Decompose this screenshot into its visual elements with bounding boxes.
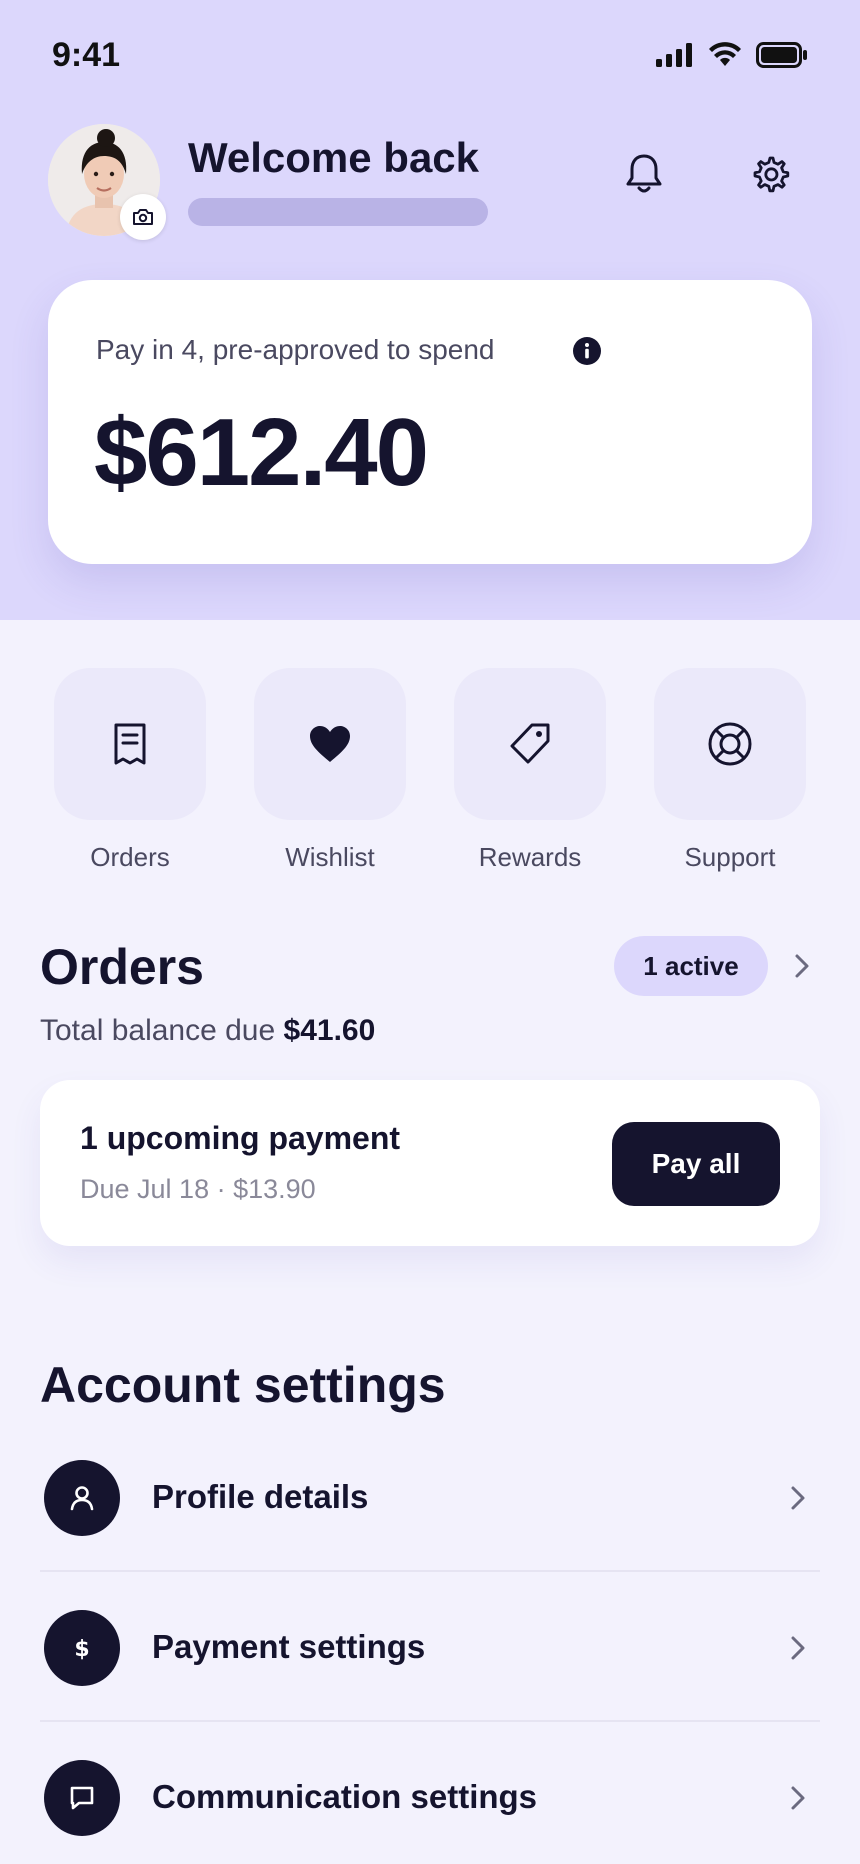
message-icon [70, 1786, 94, 1810]
quick-action-tile [254, 668, 406, 820]
svg-text:$: $ [74, 1637, 89, 1662]
quick-action-orders[interactable]: Orders [54, 668, 206, 873]
gear-icon [753, 156, 790, 193]
status-icons [656, 42, 808, 68]
notifications-button[interactable] [620, 150, 668, 198]
active-orders-badge[interactable]: 1 active [614, 936, 768, 996]
upcoming-payment-subtitle: Due Jul 18 · $13.90 [80, 1174, 316, 1204]
settings-item-profile-details[interactable]: Profile details [40, 1422, 820, 1572]
balance-due-value: $41.60 [283, 1014, 376, 1047]
settings-item-communication-settings[interactable]: Communication settings [40, 1722, 820, 1864]
setting-label: Payment settings [152, 1628, 426, 1665]
wifi-icon [709, 42, 741, 66]
total-balance-due: Total balance due $41.60 [40, 1014, 375, 1048]
user-icon [70, 1486, 94, 1511]
setting-icon-badge [44, 1760, 120, 1836]
status-time: 9:41 [52, 36, 121, 74]
info-icon[interactable] [572, 336, 602, 366]
change-photo-button[interactable] [120, 194, 166, 240]
spending-power-card: Pay in 4, pre-approved to spend $612.40 [48, 280, 812, 564]
quick-action-tile [654, 668, 806, 820]
quick-action-wishlist[interactable]: Wishlist [254, 668, 406, 873]
upcoming-payment-title: 1 upcoming payment [80, 1120, 401, 1156]
chevron-right-icon[interactable] [790, 952, 814, 980]
settings-button[interactable] [746, 150, 794, 198]
pay-all-button[interactable]: Pay all [612, 1122, 780, 1206]
quick-action-label: Wishlist [285, 842, 375, 872]
dollar-icon: $ [74, 1637, 89, 1662]
chevron-right-icon [791, 1636, 805, 1660]
camera-icon [133, 209, 153, 225]
balance-due-label: Total balance due [40, 1014, 276, 1047]
welcome-heading: Welcome back [188, 134, 480, 181]
setting-icon-badge [44, 1460, 120, 1536]
cellular-signal-icon [656, 43, 692, 67]
tag-icon [510, 723, 550, 764]
spending-power-amount: $612.40 [94, 399, 429, 506]
profile-avatar[interactable] [48, 124, 166, 240]
setting-icon-badge: $ [44, 1610, 120, 1686]
user-name-placeholder [188, 198, 488, 226]
heart-icon [310, 726, 350, 762]
quick-action-label: Orders [90, 842, 170, 872]
setting-label: Communication settings [152, 1778, 538, 1815]
orders-heading: Orders [40, 939, 204, 995]
settings-item-payment-settings[interactable]: $ Payment settings [40, 1572, 820, 1722]
account-settings-heading: Account settings [40, 1357, 446, 1413]
quick-action-tile [54, 668, 206, 820]
battery-icon [756, 42, 807, 68]
setting-label: Profile details [152, 1478, 369, 1515]
receipt-icon [114, 723, 146, 765]
lifebuoy-icon [708, 722, 752, 766]
quick-action-label: Support [684, 842, 776, 872]
upcoming-payment-card[interactable]: 1 upcoming payment Due Jul 18 · $13.90 P… [40, 1080, 820, 1246]
bell-icon [626, 154, 662, 193]
status-bar: 9:41 [0, 0, 860, 112]
chevron-right-icon [791, 1786, 805, 1810]
spending-power-label: Pay in 4, pre-approved to spend [96, 334, 495, 365]
quick-action-tile [454, 668, 606, 820]
quick-action-label: Rewards [478, 842, 582, 872]
chevron-right-icon [791, 1486, 805, 1510]
quick-action-rewards[interactable]: Rewards [454, 668, 606, 873]
quick-action-support[interactable]: Support [654, 668, 806, 873]
